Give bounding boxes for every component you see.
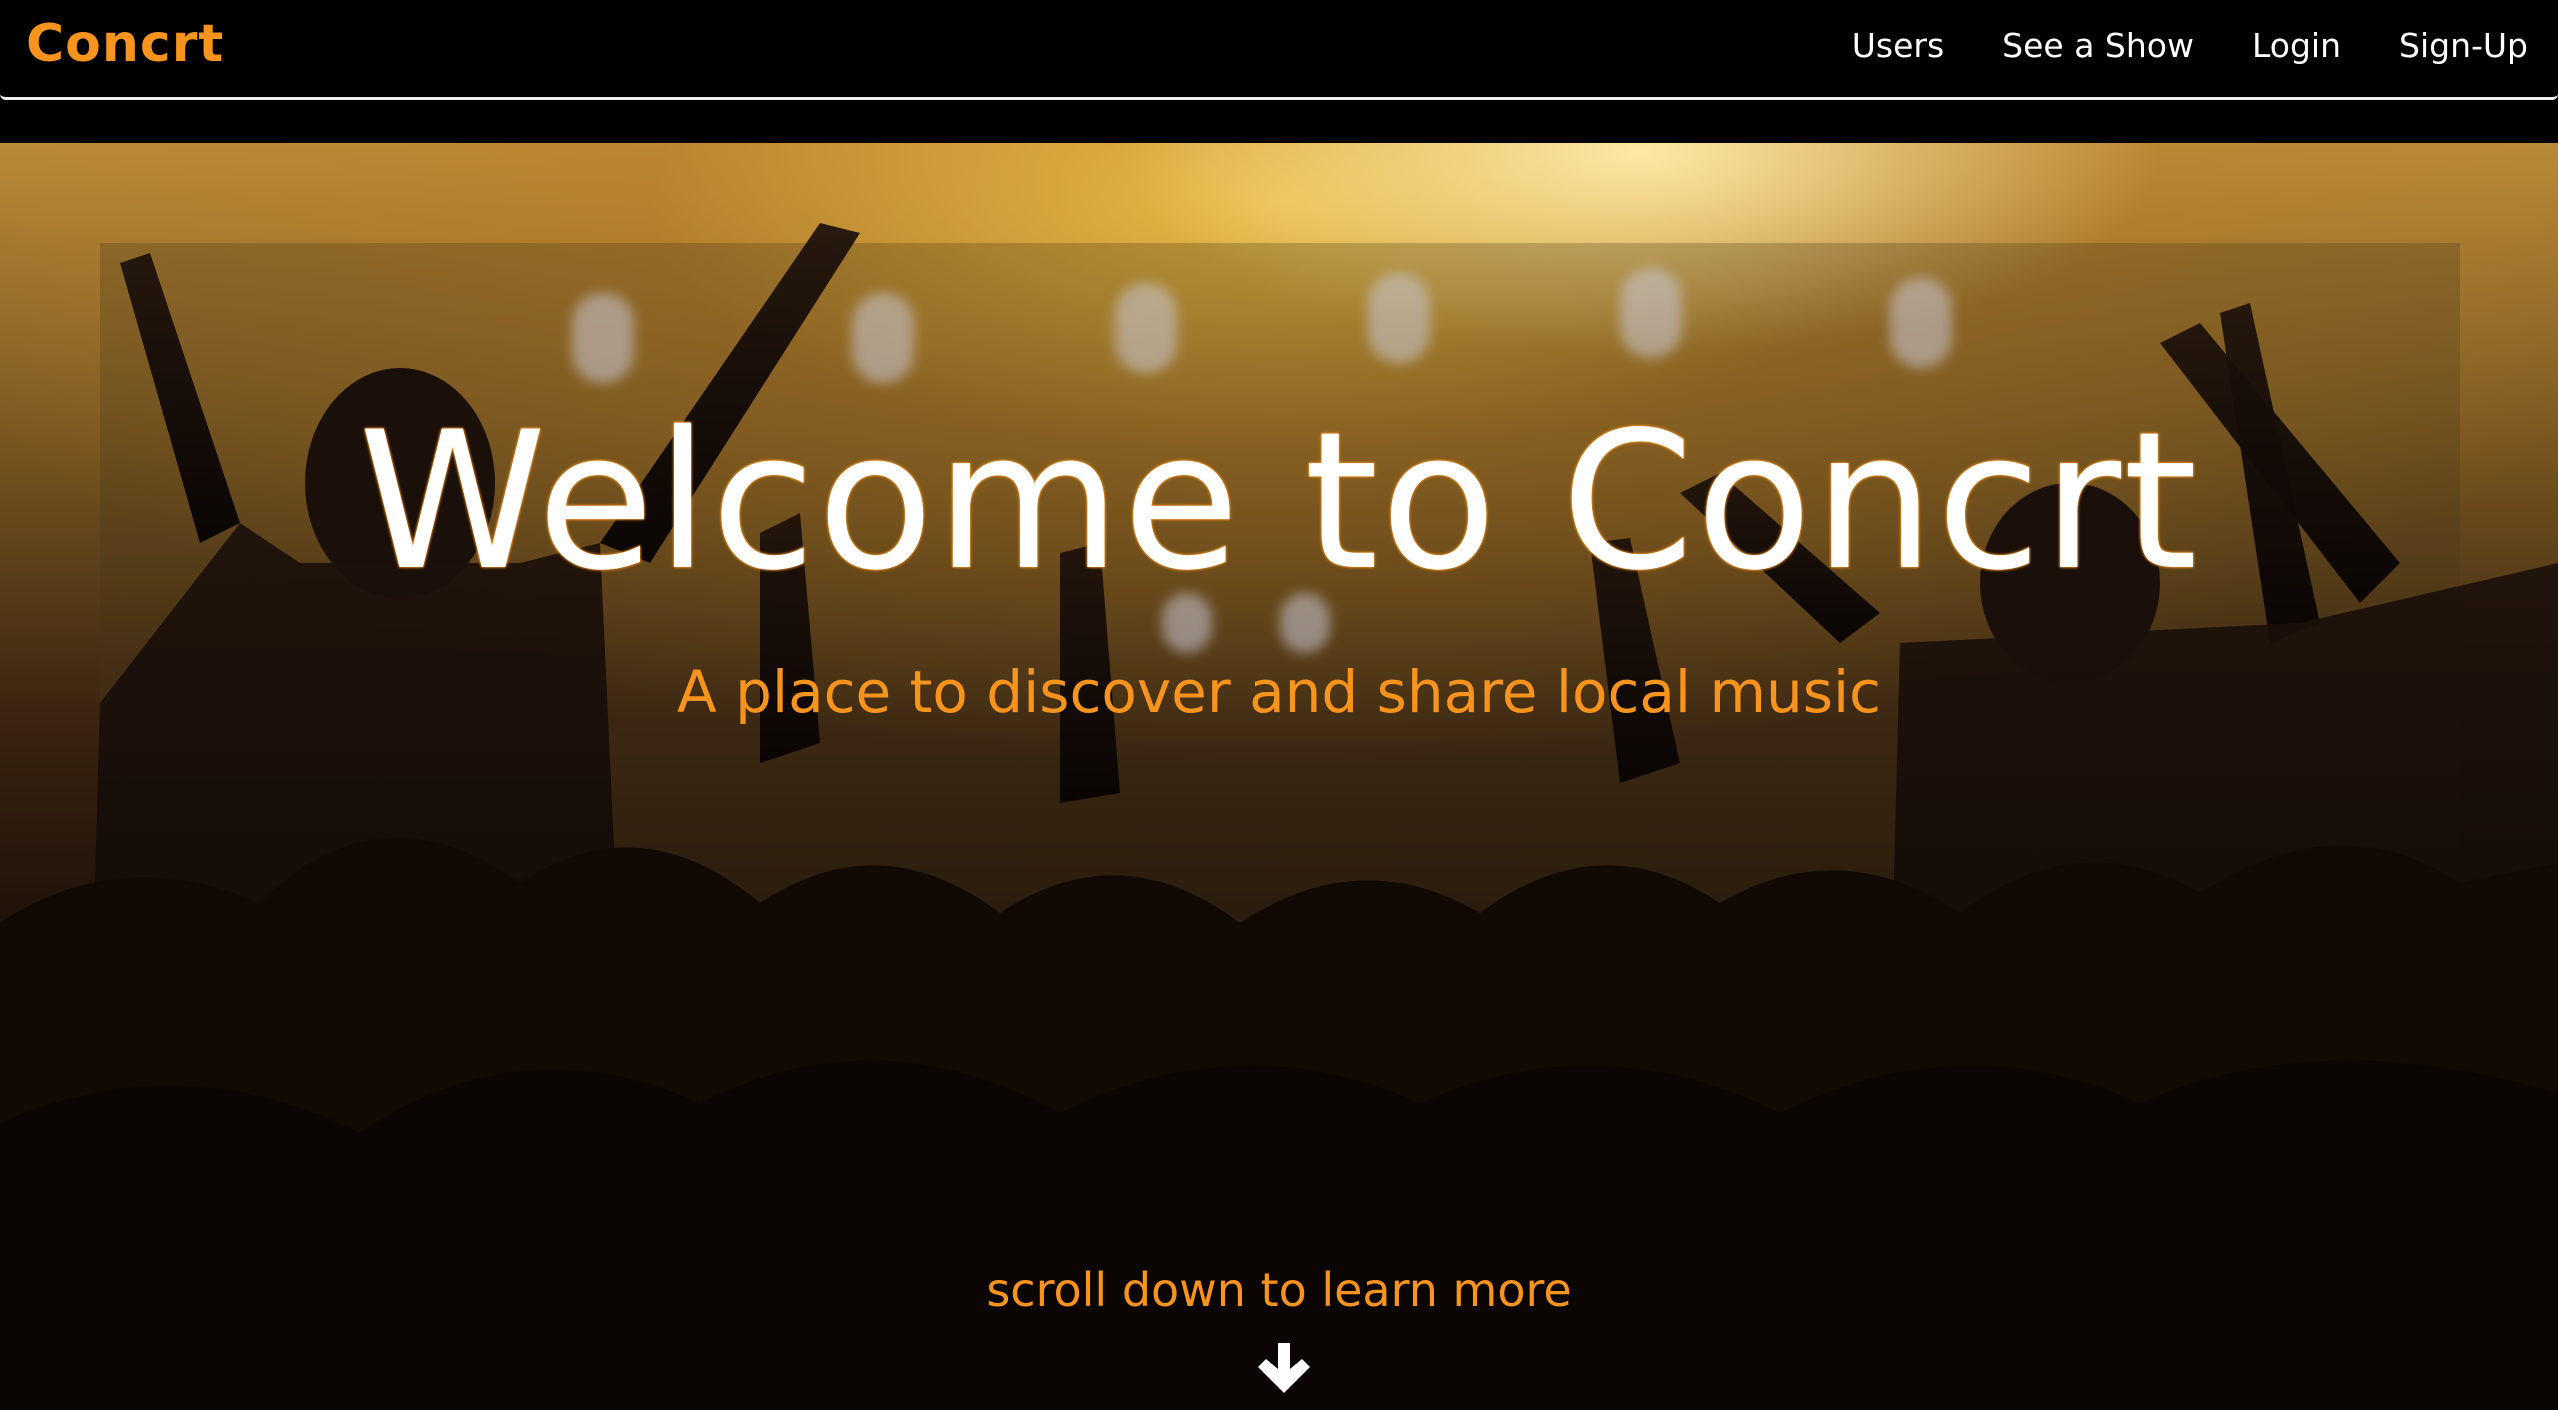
nav-link-users[interactable]: Users (1852, 26, 1944, 65)
navbar: Concrt Users See a Show Login Sign-Up (0, 0, 2558, 100)
nav-link-sign-up[interactable]: Sign-Up (2399, 26, 2528, 65)
hero-subtitle: A place to discover and share local musi… (677, 658, 1881, 726)
nav-link-see-a-show[interactable]: See a Show (2002, 26, 2194, 65)
hero-section: Welcome to Concrt A place to discover an… (0, 143, 2558, 1410)
scroll-prompt[interactable]: scroll down to learn more (0, 1263, 2558, 1317)
crowd-silhouette-image (0, 223, 2558, 1410)
nav-link-login[interactable]: Login (2252, 26, 2341, 65)
arrow-down-icon[interactable] (1256, 1341, 1312, 1397)
nav-links: Users See a Show Login Sign-Up (1794, 26, 2528, 65)
brand-logo[interactable]: Concrt (26, 14, 224, 74)
hero-title: Welcome to Concrt (358, 391, 2200, 612)
